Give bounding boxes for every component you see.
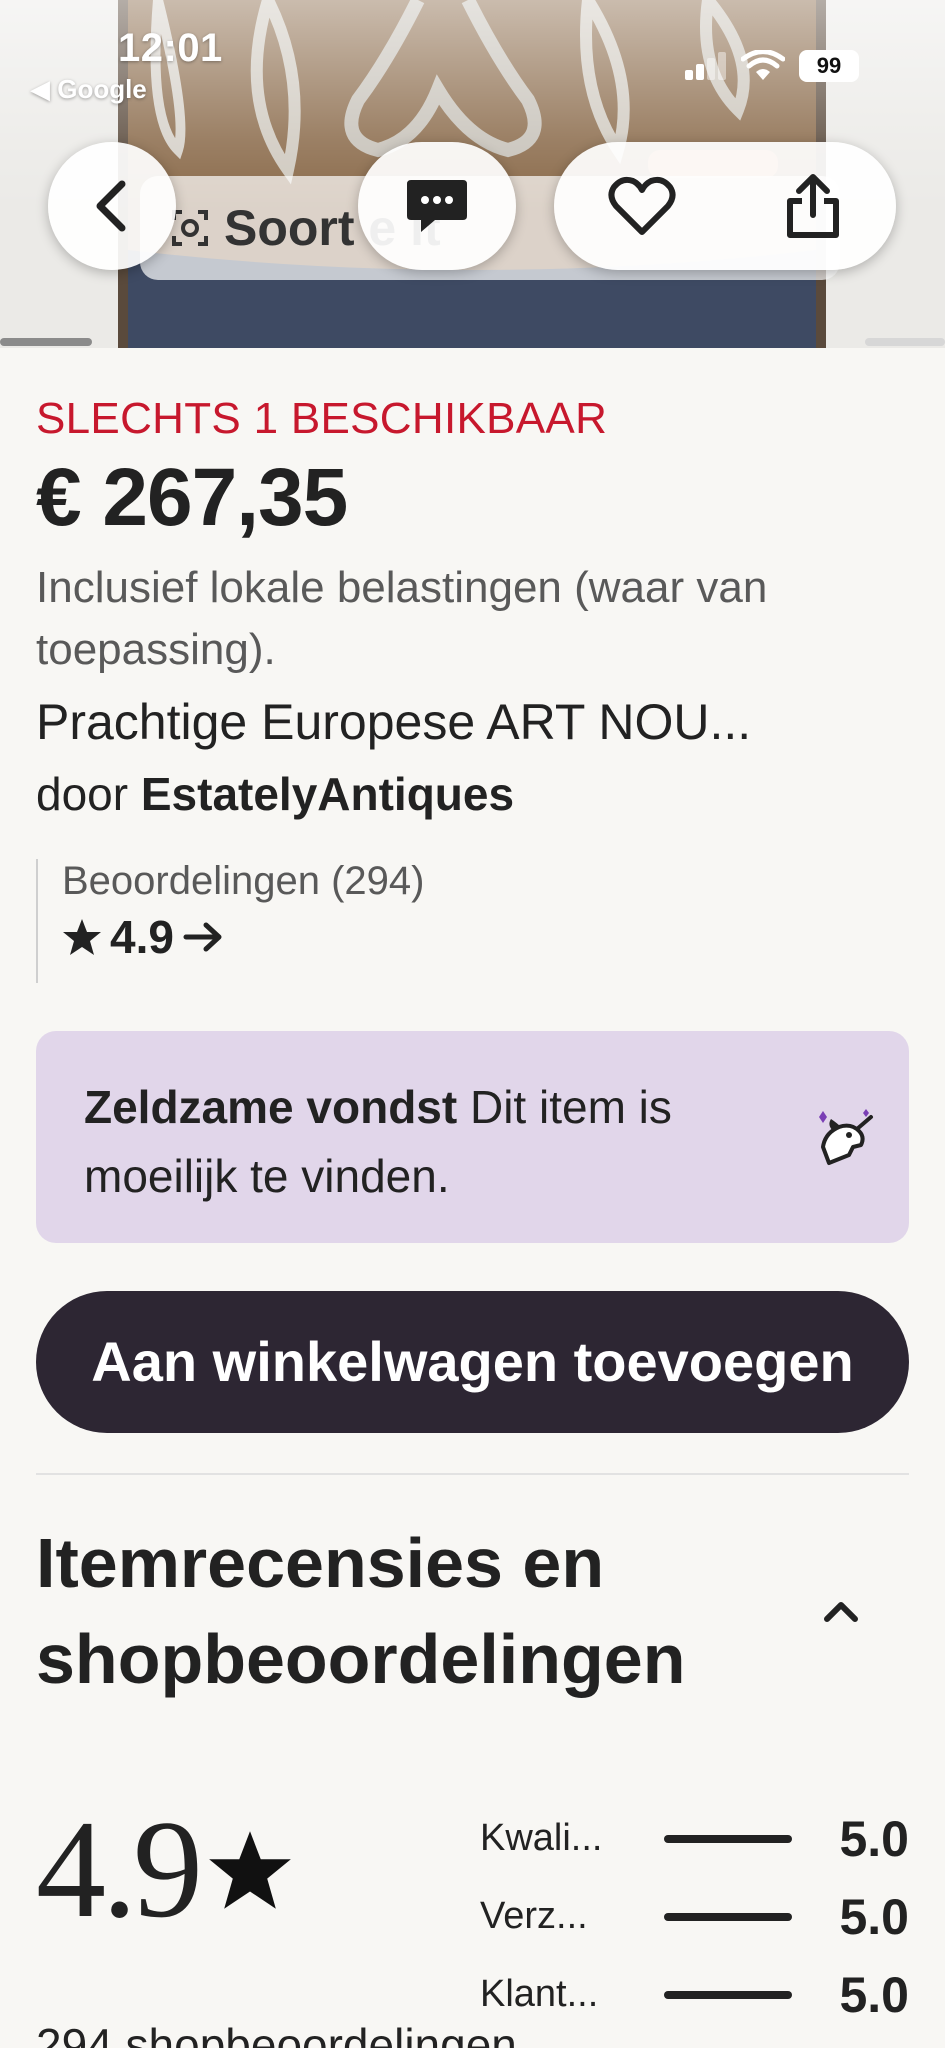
chat-bubble-icon (405, 176, 469, 236)
seller-line: door EstatelyAntiques (36, 767, 909, 821)
reviews-section-title: Itemrecensies en shopbeoordelingen (36, 1523, 686, 1699)
listing-title[interactable]: Prachtige Europese ART NOU... (36, 693, 909, 751)
chevron-up-icon[interactable] (823, 1599, 859, 1623)
divider (36, 1472, 909, 1475)
status-time: 12:01 (118, 26, 223, 70)
back-button[interactable] (48, 142, 176, 270)
rating-label: Beoordelingen (294) (62, 858, 425, 903)
reviews-section-header[interactable]: Itemrecensies en shopbeoordelingen (36, 1515, 909, 1708)
visual-search-icon (170, 208, 210, 248)
heart-icon[interactable] (607, 176, 677, 236)
price: € 267,35 (36, 452, 348, 544)
share-icon[interactable] (782, 173, 844, 239)
carousel-progress (0, 338, 92, 346)
metric-bar (664, 1834, 792, 1843)
metric-row: Klant... 5.0 (480, 1956, 909, 2034)
metric-value: 5.0 (839, 1810, 909, 1867)
add-to-cart-button[interactable]: Aan winkelwagen toevoegen (36, 1290, 909, 1433)
review-count: 294 shopbeoordelingen (36, 2018, 517, 2048)
reviews-summary: 4.9 294 shopbeoordelingen Kwali... 5.0 V… (36, 1791, 909, 2048)
listing-details: SLECHTS 1 BESCHIKBAAR € 267,35 Inclusief… (36, 390, 909, 2048)
chevron-left-icon (92, 180, 132, 232)
rating-row: 4.9 (62, 910, 909, 964)
star-icon (62, 917, 102, 957)
seller-prefix: door (36, 767, 129, 820)
message-seller-button[interactable] (358, 142, 516, 270)
overall-rating-value: 4.9 (36, 1791, 203, 1947)
metric-label: Klant... (480, 1973, 599, 2016)
metric-value: 5.0 (839, 1966, 909, 2023)
stock-notice: SLECHTS 1 BESCHIKBAAR (36, 394, 608, 443)
metric-bar (664, 1912, 792, 1921)
metric-label: Verz... (480, 1895, 588, 1938)
rare-find-text: Zeldzame vondst Dit item is moeilijk te … (84, 1073, 804, 1211)
metric-label: Kwali... (480, 1817, 603, 1860)
overall-rating: 4.9 (36, 1791, 293, 1947)
tax-note: Inclusief lokale belastingen (waar van t… (36, 563, 768, 674)
metric-value: 5.0 (839, 1888, 909, 1945)
signal-icon (685, 52, 727, 80)
seller-name-link[interactable]: EstatelyAntiques (141, 768, 514, 820)
battery-icon: 99 (799, 50, 859, 82)
arrow-right-icon (182, 920, 224, 954)
metric-row: Verz... 5.0 (480, 1878, 909, 1956)
wifi-icon (741, 50, 785, 82)
rating-metrics: Kwali... 5.0 Verz... 5.0 Klant... 5.0 (480, 1800, 909, 2034)
star-icon (207, 1829, 293, 1911)
metric-row: Kwali... 5.0 (480, 1800, 909, 1878)
carousel-track (865, 338, 945, 346)
shop-rating-link[interactable]: Beoordelingen (294) 4.9 (36, 858, 909, 983)
rare-find-banner: Zeldzame vondst Dit item is moeilijk te … (36, 1030, 909, 1243)
metric-bar (664, 1990, 792, 1999)
favorite-share-group (554, 142, 896, 270)
status-icons: 99 (685, 50, 859, 82)
rare-find-heading: Zeldzame vondst (84, 1080, 458, 1133)
unicorn-icon (813, 1107, 877, 1171)
rating-value: 4.9 (110, 910, 174, 963)
back-to-app-link[interactable]: ◀ Google (30, 74, 147, 105)
